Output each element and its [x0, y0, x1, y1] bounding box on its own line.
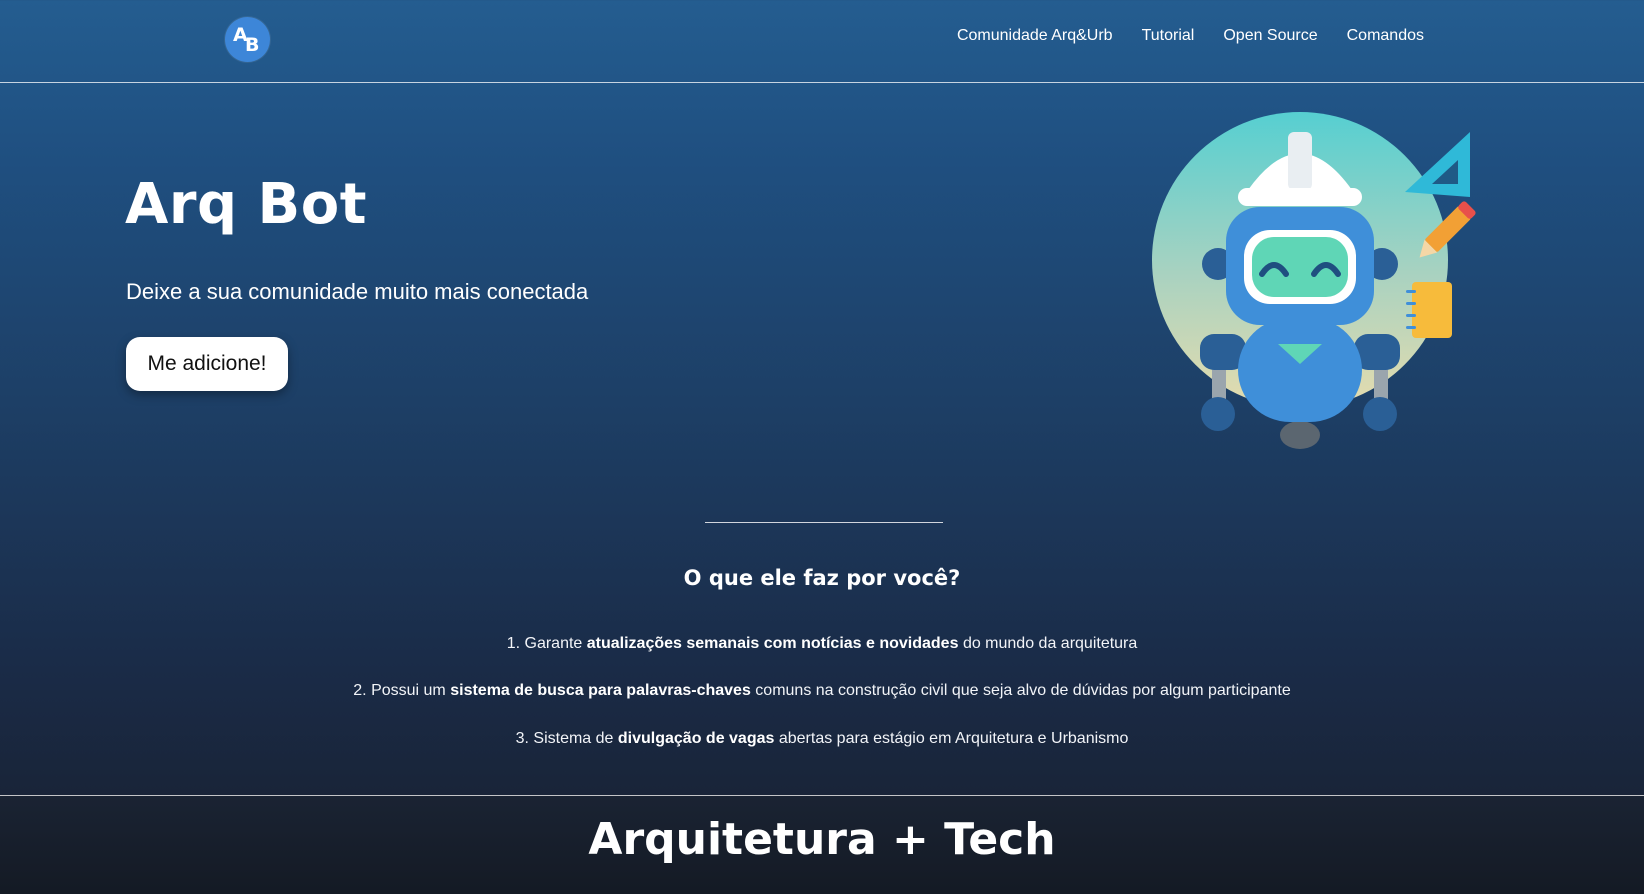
add-bot-button[interactable]: Me adicione! — [126, 337, 288, 391]
feature-item: 1. Garante atualizações semanais com not… — [506, 635, 1138, 652]
navbar: A B Comunidade Arq&Urb Tutorial Open Sou… — [0, 0, 1644, 83]
footer: Arquitetura + Tech — [0, 795, 1644, 894]
hero-title: Arq Bot — [125, 172, 367, 237]
nav-link-tutorial[interactable]: Tutorial — [1142, 27, 1195, 45]
logo[interactable]: A B — [225, 17, 270, 62]
nav-link-comandos[interactable]: Comandos — [1347, 27, 1424, 45]
section-divider — [705, 522, 943, 523]
notebook-icon — [1406, 282, 1452, 338]
features-title: O que ele faz por você? — [683, 566, 961, 590]
footer-title: Arquitetura + Tech — [588, 814, 1056, 865]
feature-item: 2. Possui um sistema de busca para palav… — [353, 682, 1291, 699]
hero-subtitle: Deixe a sua comunidade muito mais conect… — [126, 279, 589, 304]
feature-item: 3. Sistema de divulgação de vagas aberta… — [515, 730, 1129, 747]
nav-link-open-source[interactable]: Open Source — [1223, 27, 1317, 45]
svg-text:B: B — [245, 34, 259, 56]
robot-illustration — [1150, 112, 1510, 472]
nav-links: Comunidade Arq&Urb Tutorial Open Source … — [957, 27, 1424, 45]
nav-link-comunidade[interactable]: Comunidade Arq&Urb — [957, 27, 1113, 45]
set-square-icon — [1405, 132, 1470, 197]
